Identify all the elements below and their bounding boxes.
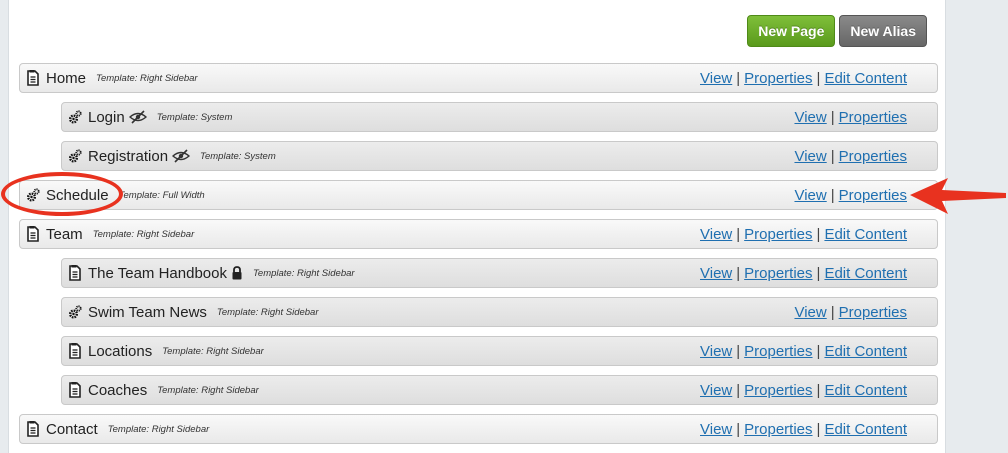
template-label: Template: Right Sidebar: [216, 306, 319, 318]
page-title: Team: [46, 225, 83, 243]
toolbar: New Page New Alias: [747, 15, 927, 47]
page-row-registration: Registration Template: System View | Propert…: [61, 141, 938, 171]
view-link[interactable]: View: [700, 421, 732, 438]
action-separator: |: [736, 420, 741, 438]
edit-content-link[interactable]: Edit Content: [824, 226, 907, 243]
action-separator: |: [830, 186, 835, 204]
gear-icon: [26, 187, 40, 203]
page-row-contact: Contact Template: Right Sidebar View | Prope…: [19, 414, 938, 444]
action-separator: |: [736, 264, 741, 282]
row-actions: View | Properties | Edit Content: [700, 259, 907, 287]
action-separator: |: [736, 225, 741, 243]
page-title: The Team Handbook: [88, 264, 227, 282]
edit-content-link[interactable]: Edit Content: [824, 382, 907, 399]
view-link[interactable]: View: [700, 70, 732, 87]
properties-link[interactable]: Properties: [839, 109, 907, 126]
page-icon: [68, 265, 82, 281]
template-label: Template: System: [200, 150, 276, 162]
view-link[interactable]: View: [700, 343, 732, 360]
view-link[interactable]: View: [700, 226, 732, 243]
page-icon: [26, 226, 40, 242]
view-link[interactable]: View: [700, 265, 732, 282]
page-icon: [68, 382, 82, 398]
action-separator: |: [830, 303, 835, 321]
action-separator: |: [830, 108, 835, 126]
row-actions: View | Properties: [794, 181, 907, 209]
template-label: Template: Right Sidebar: [92, 228, 195, 240]
edit-content-link[interactable]: Edit Content: [824, 421, 907, 438]
page-row-coaches: Coaches Template: Right Sidebar View | Prope…: [61, 375, 938, 405]
page-icon: [26, 70, 40, 86]
properties-link[interactable]: Properties: [744, 70, 812, 87]
row-actions: View | Properties | Edit Content: [700, 64, 907, 92]
template-label: Template: Right Sidebar: [107, 423, 210, 435]
properties-link[interactable]: Properties: [744, 421, 812, 438]
row-actions: View | Properties | Edit Content: [700, 220, 907, 248]
page-icon: [68, 343, 82, 359]
page-row-schedule: Schedule Template: Full Width View | Propert…: [19, 180, 938, 210]
row-actions: View | Properties: [794, 142, 907, 170]
properties-link[interactable]: Properties: [839, 187, 907, 204]
properties-link[interactable]: Properties: [839, 148, 907, 165]
gear-icon: [68, 109, 82, 125]
properties-link[interactable]: Properties: [839, 304, 907, 321]
row-actions: View | Properties | Edit Content: [700, 376, 907, 404]
hidden-eye-icon: [129, 110, 147, 124]
edit-content-link[interactable]: Edit Content: [824, 265, 907, 282]
template-label: Template: System: [156, 111, 233, 123]
properties-link[interactable]: Properties: [744, 382, 812, 399]
page-title: Swim Team News: [88, 303, 207, 321]
page-title: Home: [46, 69, 87, 87]
page-title: Locations: [88, 342, 153, 360]
row-actions: View | Properties | Edit Content: [700, 337, 907, 365]
action-separator: |: [816, 420, 821, 438]
action-separator: |: [816, 381, 821, 399]
action-separator: |: [736, 381, 741, 399]
page-row-team: Team Template: Right Sidebar View | Properti…: [19, 219, 938, 249]
page-icon: [26, 421, 40, 437]
properties-link[interactable]: Properties: [744, 343, 812, 360]
row-actions: View | Properties: [794, 103, 907, 131]
page-title: Login: [88, 108, 125, 126]
page-row-locations: Locations Template: Right Sidebar View | Pro…: [61, 336, 938, 366]
action-separator: |: [816, 342, 821, 360]
action-separator: |: [816, 225, 821, 243]
edit-content-link[interactable]: Edit Content: [824, 343, 907, 360]
action-separator: |: [830, 147, 835, 165]
site-pages-panel: New Page New Alias Home Template: Right S…: [8, 0, 946, 453]
action-separator: |: [816, 264, 821, 282]
action-separator: |: [736, 69, 741, 87]
gear-icon: [68, 148, 82, 164]
template-label: Template: Full Width: [118, 189, 205, 201]
page-row-the-team-handbook: The Team Handbook Template: Right Sidebar…: [61, 258, 938, 288]
template-label: Template: Right Sidebar: [96, 72, 198, 84]
page-row-login: Login Template: System View | Properties: [61, 102, 938, 132]
row-actions: View | Properties: [794, 298, 907, 326]
view-link[interactable]: View: [700, 382, 732, 399]
page-row-home: Home Template: Right Sidebar View | Properti…: [19, 63, 938, 93]
lock-icon: [231, 266, 243, 280]
properties-link[interactable]: Properties: [744, 226, 812, 243]
page-title: Coaches: [88, 381, 148, 399]
new-alias-button[interactable]: New Alias: [839, 15, 927, 47]
template-label: Template: Right Sidebar: [252, 267, 355, 279]
view-link[interactable]: View: [794, 148, 826, 165]
page-row-swim-team-news: Swim Team News Template: Right Sidebar Vie…: [61, 297, 938, 327]
properties-link[interactable]: Properties: [744, 265, 812, 282]
hidden-eye-icon: [172, 149, 190, 163]
action-separator: |: [816, 69, 821, 87]
row-actions: View | Properties | Edit Content: [700, 415, 907, 443]
page-title: Contact: [46, 420, 98, 438]
view-link[interactable]: View: [794, 187, 826, 204]
view-link[interactable]: View: [794, 304, 826, 321]
template-label: Template: Right Sidebar: [157, 384, 259, 396]
template-label: Template: Right Sidebar: [162, 345, 264, 357]
action-separator: |: [736, 342, 741, 360]
new-page-button[interactable]: New Page: [747, 15, 836, 47]
edit-content-link[interactable]: Edit Content: [824, 70, 907, 87]
page-title: Registration: [88, 147, 169, 165]
page-title: Schedule: [46, 186, 109, 204]
view-link[interactable]: View: [794, 109, 826, 126]
gear-icon: [68, 304, 82, 320]
